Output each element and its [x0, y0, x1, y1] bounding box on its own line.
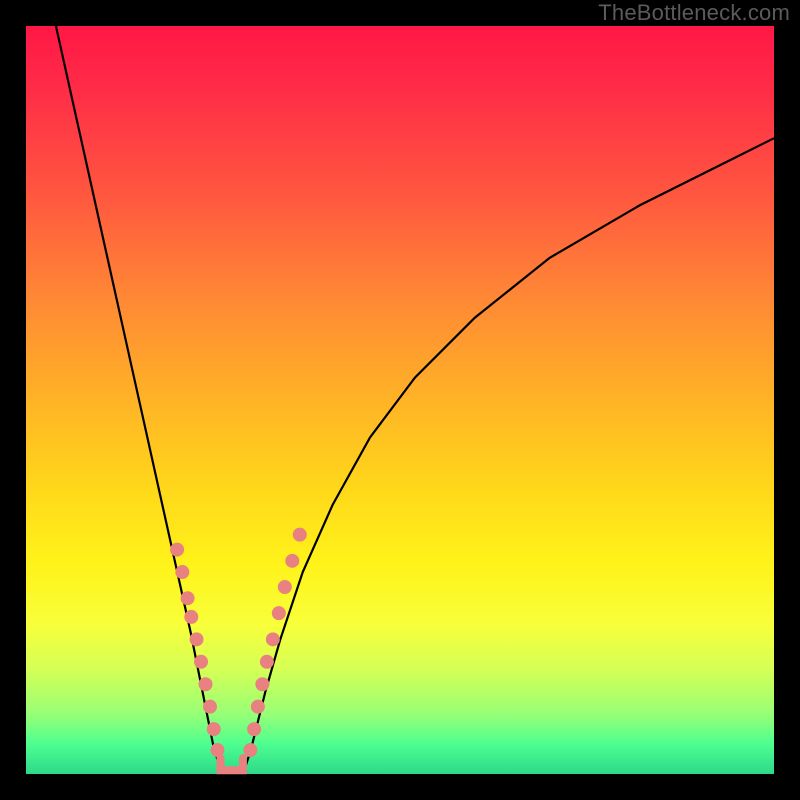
data-dot: [181, 592, 194, 605]
data-dot: [251, 700, 264, 713]
data-dot: [195, 655, 208, 668]
data-dot: [286, 554, 299, 567]
dots-right: [244, 528, 306, 756]
chart-area: [26, 26, 774, 774]
data-dot: [244, 744, 257, 757]
data-dot: [204, 700, 217, 713]
chart-svg: [26, 26, 774, 774]
data-dot: [207, 723, 220, 736]
data-dot: [248, 723, 261, 736]
data-dot: [190, 633, 203, 646]
dots-left: [171, 543, 224, 756]
data-dot: [256, 678, 269, 691]
data-dot: [260, 655, 273, 668]
data-dot: [278, 581, 291, 594]
data-dot: [272, 607, 285, 620]
data-dot: [266, 633, 279, 646]
data-dot: [199, 678, 212, 691]
data-dot: [171, 543, 184, 556]
data-dot: [293, 528, 306, 541]
curve-right: [243, 138, 774, 774]
bottom-bracket: [220, 758, 242, 770]
data-dot: [185, 610, 198, 623]
data-dot: [176, 566, 189, 579]
watermark-text: TheBottleneck.com: [598, 0, 790, 26]
